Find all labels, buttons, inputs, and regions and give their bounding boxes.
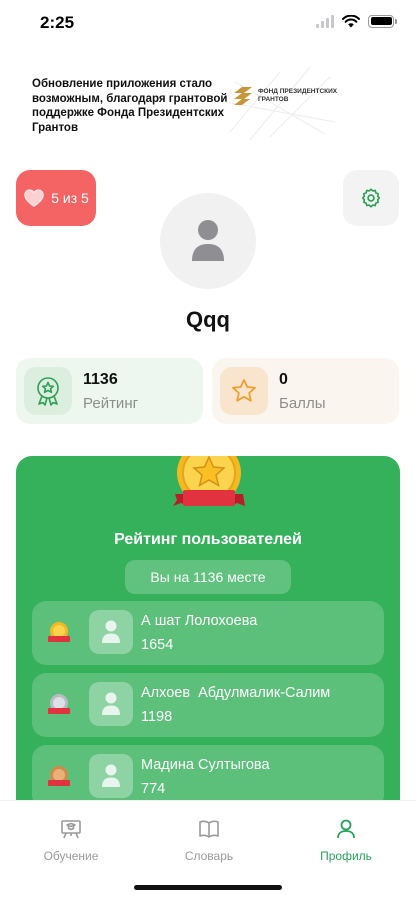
gear-icon [361,188,381,208]
tab-label: Обучение [43,849,99,863]
fund-logo-icon [234,87,252,105]
leaderboard-title: Рейтинг пользователей [114,531,302,548]
leaderboard-row-1[interactable]: А шат Лолохоева 1654 [32,601,384,665]
wifi-icon [342,14,360,27]
grant-banner: Обновление приложения стало возможным, б… [0,60,416,145]
tab-dictionary[interactable]: Словарь [149,817,269,869]
settings-button[interactable] [343,170,399,226]
status-bar: 2:25 [0,0,416,48]
tab-profile[interactable]: Профиль [286,817,406,869]
row-avatar [89,610,133,654]
book-icon [199,820,219,838]
rating-label: Рейтинг [83,395,139,412]
award-icon [37,377,59,406]
lives-badge[interactable]: 5 из 5 [16,170,96,226]
your-place-badge: Вы на 1136 месте [125,560,291,594]
row-name: Алхоев Абдулмалик-Салим [141,685,331,701]
points-value: 0 [279,371,288,388]
heart-icon [24,189,44,208]
tab-label: Профиль [320,849,372,863]
points-card: 0 Баллы [212,358,399,424]
points-icon-wrap [220,367,268,415]
points-label: Баллы [279,395,326,412]
leaderboard-row-3[interactable]: Мадина Султыгова 774 [32,745,384,800]
leaderboard-row-2[interactable]: Алхоев Абдулмалик-Салим 1198 [32,673,384,737]
row-avatar [89,682,133,726]
status-icons [316,14,397,28]
fund-logo-text: ФОНД ПРЕЗИДЕНТСКИХ ГРАНТОВ [258,88,338,103]
rating-card: 1136 Рейтинг [16,358,203,424]
username: Qqq [186,307,230,332]
battery-icon [368,14,397,28]
user-icon [102,692,120,715]
status-time: 2:25 [40,13,75,32]
tab-label: Словарь [184,849,234,863]
row-name: Мадина Султыгова [141,757,270,773]
banner-text: Обновление приложения стало возможным, б… [32,78,228,134]
home-indicator [134,885,282,890]
tab-learning[interactable]: Обучение [11,817,131,869]
user-icon [192,220,224,261]
cellular-signal-icon [316,14,334,28]
rating-value: 1136 [83,371,118,388]
bronze-medal-icon [48,766,70,786]
user-icon [102,620,120,643]
gold-medal-icon [48,622,70,642]
star-icon [232,379,256,402]
rating-icon-wrap [24,367,72,415]
row-avatar [89,754,133,798]
leaderboard-card[interactable]: Рейтинг пользователей Вы на 1136 месте А… [16,456,400,800]
learning-icon [61,820,81,839]
row-score: 774 [141,781,166,797]
gold-medal-icon [173,456,245,506]
user-icon [102,764,120,787]
row-name: А шат Лолохоева [141,613,258,629]
profile-icon [337,819,355,839]
profile-avatar[interactable] [160,193,256,289]
silver-medal-icon [48,694,70,714]
row-score: 1654 [141,637,174,653]
row-score: 1198 [141,709,173,725]
lives-label: 5 из 5 [51,190,89,206]
